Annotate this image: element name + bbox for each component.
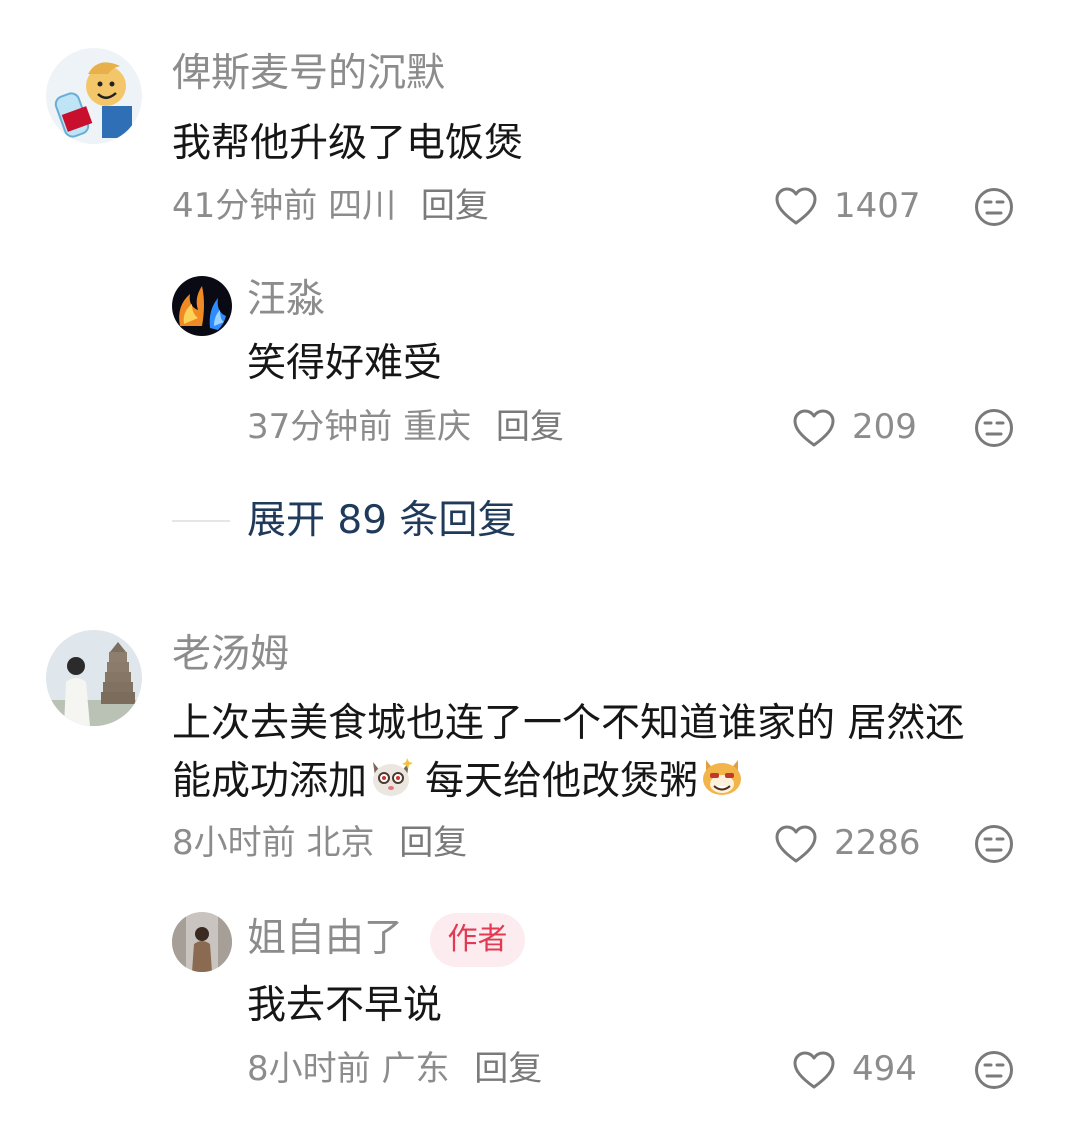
- fire-avatar-icon: [172, 276, 232, 336]
- pagoda-avatar-icon: [46, 630, 142, 726]
- comment-location: 重庆: [403, 407, 472, 447]
- comment-text-part: 能成功添加: [172, 759, 368, 804]
- neutral-face-icon[interactable]: [974, 187, 1014, 227]
- avatar[interactable]: [46, 630, 142, 726]
- heart-outline-icon[interactable]: [792, 408, 836, 448]
- comment-text: 我去不早说: [247, 983, 443, 1028]
- comment-time: 37分钟前: [247, 407, 393, 447]
- reply-button[interactable]: 回复: [474, 1049, 542, 1089]
- neutral-face-icon[interactable]: [974, 408, 1014, 448]
- comment-text-line1: 上次去美食城也连了一个不知道谁家的 居然还: [172, 701, 965, 746]
- like-count: 209: [852, 407, 917, 447]
- portrait-avatar-icon: [172, 912, 232, 972]
- comment-meta: 8小时前 广东 回复: [247, 1047, 542, 1091]
- like-count: 2286: [834, 823, 921, 863]
- heart-outline-icon[interactable]: [792, 1050, 836, 1090]
- neutral-face-icon[interactable]: [974, 1050, 1014, 1090]
- avatar[interactable]: [172, 912, 232, 972]
- comment-location: 北京: [306, 823, 375, 863]
- expand-divider: [172, 520, 230, 522]
- avatar[interactable]: [46, 48, 142, 144]
- reply-button[interactable]: 回复: [399, 823, 467, 863]
- expand-replies-button[interactable]: 展开 89 条回复: [247, 496, 516, 546]
- comment-meta: 8小时前 北京 回复: [172, 821, 467, 865]
- vault-boy-avatar-icon: [46, 48, 142, 144]
- comment-location: 四川: [328, 186, 397, 226]
- username[interactable]: 姐自由了: [247, 915, 403, 963]
- username[interactable]: 汪淼: [247, 276, 325, 324]
- avatar[interactable]: [172, 276, 232, 336]
- comment-time: 8小时前: [247, 1049, 371, 1089]
- heart-outline-icon[interactable]: [774, 824, 818, 864]
- reply-button[interactable]: 回复: [496, 407, 564, 447]
- reply-button[interactable]: 回复: [421, 186, 489, 226]
- comment-text: 我帮他升级了电饭煲: [172, 121, 524, 166]
- comment-meta: 41分钟前 四川 回复: [172, 184, 489, 228]
- like-count: 1407: [834, 186, 921, 226]
- username[interactable]: 老汤姆: [172, 631, 289, 679]
- comment-meta: 37分钟前 重庆 回复: [247, 405, 564, 449]
- like-count: 494: [852, 1049, 917, 1089]
- heart-outline-icon[interactable]: [774, 186, 818, 226]
- dog-grin-emoji: [703, 760, 742, 795]
- comment-text: 笑得好难受: [247, 341, 443, 386]
- comment-text-line2: 能成功添加 每天给他改煲粥: [172, 752, 746, 810]
- comment-time: 41分钟前: [172, 186, 318, 226]
- comment-time: 8小时前: [172, 823, 296, 863]
- comment-text-part: 每天给他改煲粥: [425, 759, 699, 804]
- cat-shocked-emoji: [373, 758, 414, 796]
- neutral-face-icon[interactable]: [974, 824, 1014, 864]
- comment-location: 广东: [381, 1049, 450, 1089]
- author-badge: 作者: [430, 913, 525, 967]
- username[interactable]: 俾斯麦号的沉默: [172, 50, 445, 98]
